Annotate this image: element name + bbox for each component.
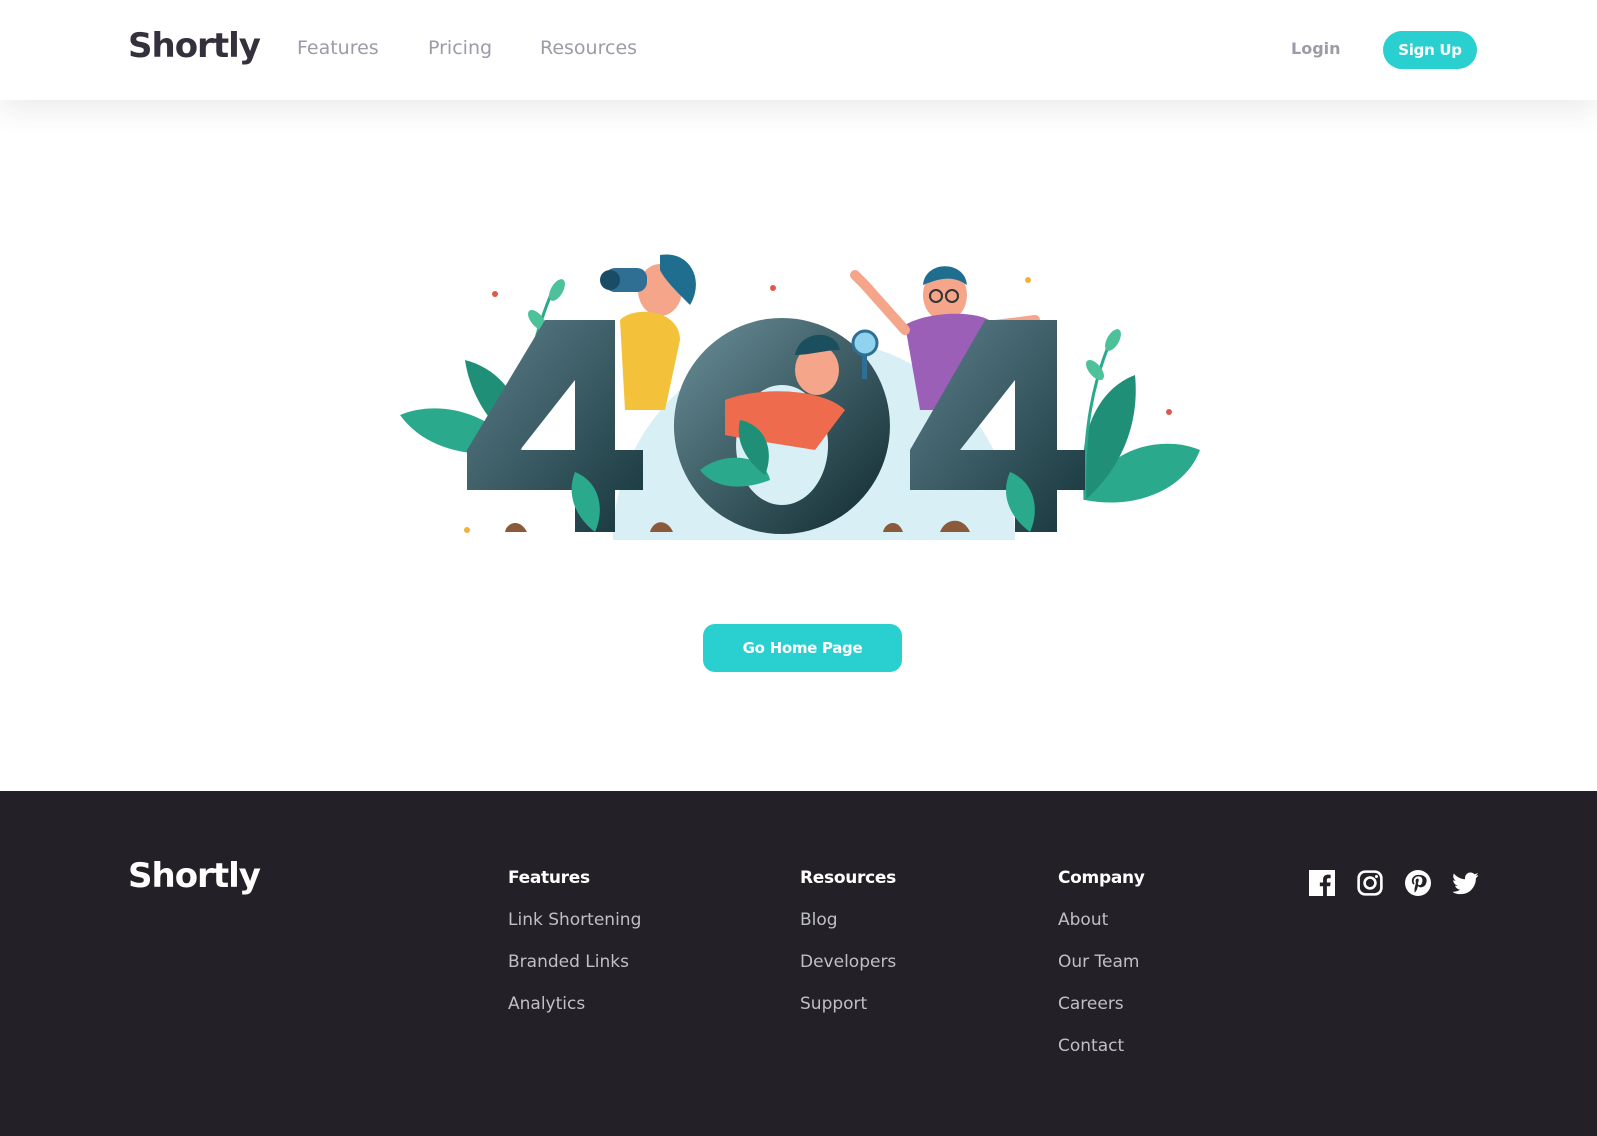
footer-link-our-team[interactable]: Our Team: [1058, 952, 1145, 974]
footer-logo[interactable]: Shortly: [128, 856, 261, 896]
footer-link-support[interactable]: Support: [800, 994, 896, 1016]
footer-link-about[interactable]: About: [1058, 910, 1145, 932]
footer-column-title: Features: [508, 868, 590, 888]
sign-up-button[interactable]: Sign Up: [1383, 31, 1477, 69]
footer-column-company: Company About Our Team Careers Contact: [1058, 868, 1145, 1078]
footer-link-careers[interactable]: Careers: [1058, 994, 1145, 1016]
pinterest-icon[interactable]: [1405, 870, 1431, 896]
footer-link-developers[interactable]: Developers: [800, 952, 896, 974]
footer-link-analytics[interactable]: Analytics: [508, 994, 641, 1016]
logo[interactable]: Shortly: [128, 26, 261, 66]
twitter-icon[interactable]: [1453, 870, 1479, 896]
footer-column-title: Resources: [800, 868, 896, 888]
site-header: Shortly Features Pricing Resources Login…: [0, 0, 1597, 100]
404-illustration: [395, 210, 1205, 550]
facebook-icon[interactable]: [1309, 870, 1335, 896]
instagram-icon[interactable]: [1357, 870, 1383, 896]
nav-link-features[interactable]: Features: [297, 37, 379, 59]
footer-link-contact[interactable]: Contact: [1058, 1036, 1145, 1058]
404-illustration-graphic: [400, 254, 1200, 540]
nav-link-pricing[interactable]: Pricing: [428, 37, 492, 59]
footer-column-resources: Resources Blog Developers Support: [800, 868, 896, 1036]
go-home-page-button[interactable]: Go Home Page: [703, 624, 902, 672]
footer-column-features: Features Link Shortening Branded Links A…: [508, 868, 641, 1036]
login-link[interactable]: Login: [1291, 39, 1341, 58]
footer-column-title: Company: [1058, 868, 1145, 888]
nav-link-resources[interactable]: Resources: [540, 37, 637, 59]
footer-link-link-shortening[interactable]: Link Shortening: [508, 910, 641, 932]
site-footer: Shortly Features Link Shortening Branded…: [0, 791, 1597, 1136]
footer-link-branded-links[interactable]: Branded Links: [508, 952, 641, 974]
footer-link-blog[interactable]: Blog: [800, 910, 896, 932]
